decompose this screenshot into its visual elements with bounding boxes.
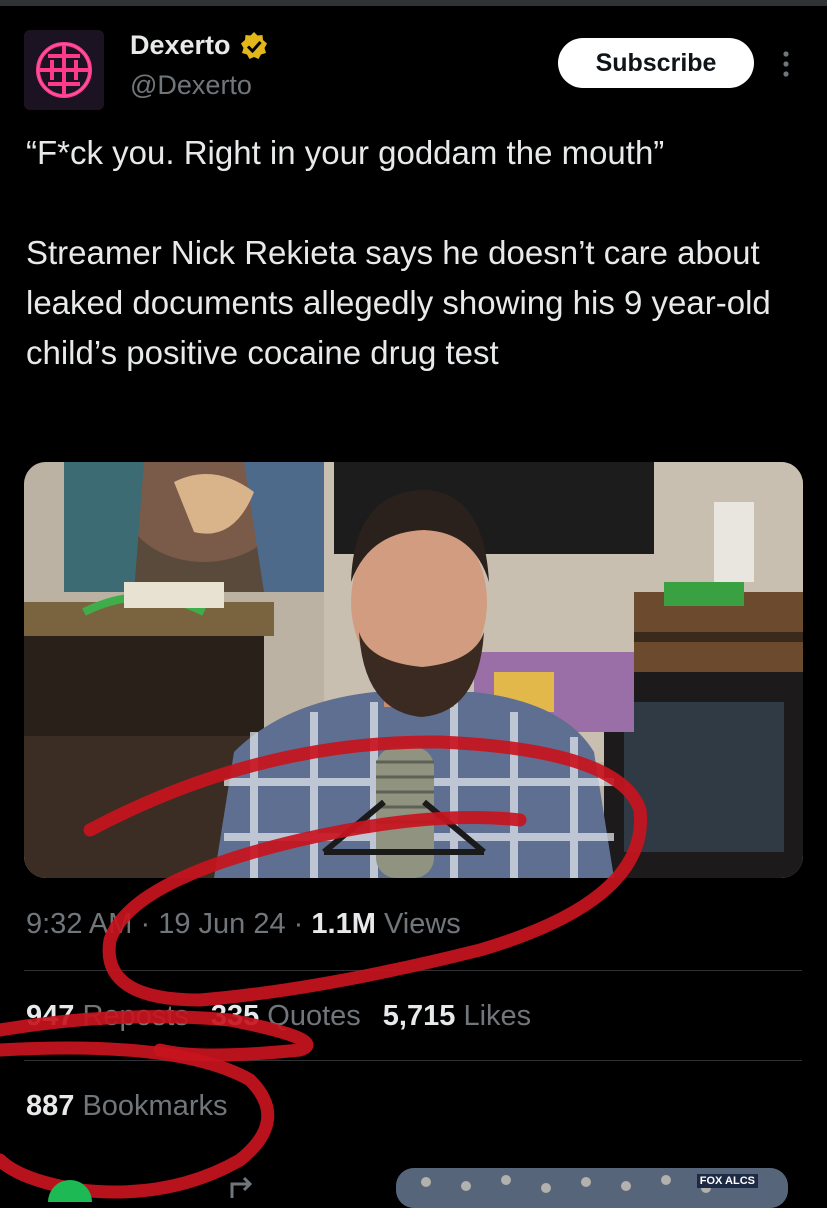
- author-display-name[interactable]: Dexerto: [130, 30, 231, 61]
- reply-icon[interactable]: [40, 1172, 100, 1202]
- gold-verified-icon: [240, 31, 267, 59]
- likes-stat[interactable]: 5,715 Likes: [383, 1000, 531, 1032]
- tweet-text: “F*ck you. Right in your goddam the mout…: [26, 134, 771, 371]
- author-handle[interactable]: @Dexerto: [130, 70, 252, 101]
- quotes-label: Quotes: [267, 1000, 361, 1032]
- views-count: 1.1M: [311, 908, 376, 940]
- repost-icon[interactable]: [226, 1172, 266, 1202]
- author-name-row[interactable]: Dexerto: [130, 30, 269, 61]
- engagement-stats-row: 947 Reposts 335 Quotes 5,715 Likes: [26, 1000, 531, 1033]
- divider: [24, 970, 802, 971]
- reposts-count: 947: [26, 1000, 75, 1032]
- tweet-date[interactable]: 19 Jun 24: [158, 908, 285, 940]
- video-still-image: [24, 462, 803, 878]
- divider: [24, 1060, 802, 1061]
- bookmarks-label: Bookmarks: [82, 1090, 228, 1122]
- avatar[interactable]: [24, 30, 104, 110]
- sponsored-video-thumbnail[interactable]: FOX ALCS: [396, 1168, 788, 1208]
- subscribe-button[interactable]: Subscribe: [558, 38, 754, 88]
- meta-separator: ·: [140, 908, 151, 940]
- meta-separator: ·: [293, 908, 304, 940]
- likes-label: Likes: [463, 1000, 532, 1032]
- dexerto-logo-icon: [24, 30, 104, 110]
- quotes-count: 335: [210, 1000, 260, 1032]
- more-options-icon[interactable]: [776, 48, 796, 80]
- bookmarks-count: 887: [26, 1090, 75, 1122]
- bookmarks-stat[interactable]: 887 Bookmarks: [26, 1090, 228, 1123]
- reposts-stat[interactable]: 947 Reposts: [26, 1000, 189, 1032]
- tweet-meta-row: 9:32 AM · 19 Jun 24 · 1.1M Views: [26, 908, 461, 941]
- quotes-stat[interactable]: 335 Quotes: [211, 1000, 361, 1032]
- fox-alcs-badge: FOX ALCS: [696, 1174, 758, 1188]
- top-divider: [0, 0, 827, 6]
- likes-count: 5,715: [382, 1000, 456, 1032]
- tweet-time[interactable]: 9:32 AM: [26, 908, 132, 940]
- views-label: Views: [383, 908, 461, 940]
- reposts-label: Reposts: [82, 1000, 189, 1032]
- tweet-video-thumbnail[interactable]: [24, 462, 803, 878]
